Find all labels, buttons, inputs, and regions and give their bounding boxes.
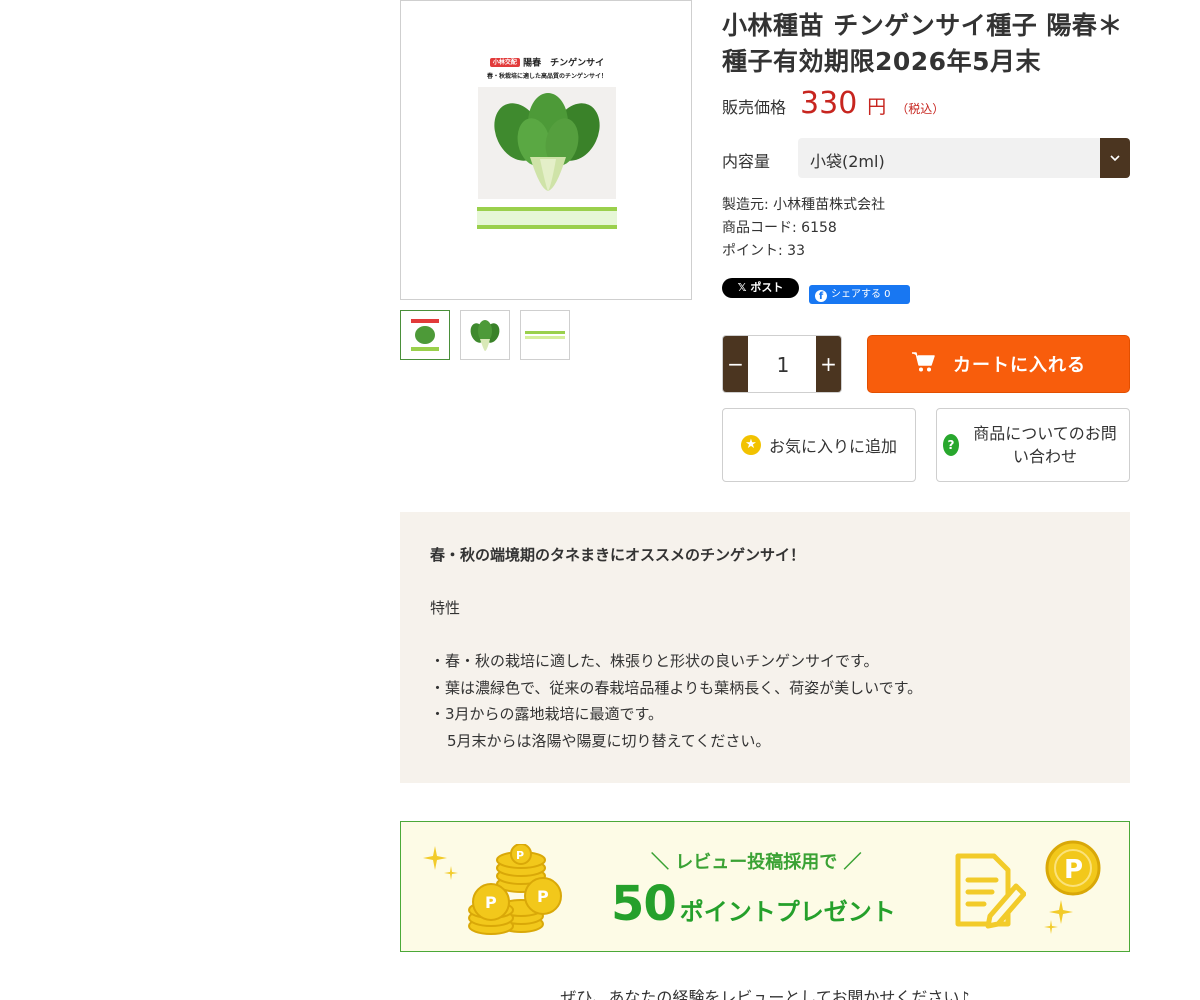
quantity-input[interactable]: [748, 336, 818, 392]
thumbnail-list: [400, 310, 570, 360]
description-heading: 特性: [430, 599, 461, 617]
package-tagline: 春・秋栽培に適した高品質のチンゲンサイ！: [486, 72, 607, 80]
favorites-label: お気に入りに追加: [768, 437, 897, 456]
bok-choy-photo: [478, 87, 616, 199]
chevron-down-icon[interactable]: [1100, 138, 1130, 178]
price-row: 販売価格 330 円 （税込）: [722, 86, 944, 121]
x-post-label: ポスト: [750, 281, 784, 294]
facebook-icon: f: [815, 290, 827, 302]
cultivation-chart: [477, 207, 617, 229]
add-to-cart-label: カートに入れる: [953, 355, 1086, 376]
volume-selected-value: 小袋(2ml): [810, 152, 885, 171]
svg-text:P: P: [516, 849, 524, 862]
description-continuation: 5月末からは洛陽や陽夏に切り替えてください。: [447, 731, 771, 750]
add-to-favorites-button[interactable]: ★ お気に入りに追加: [722, 408, 916, 482]
description-bullet: ・春・秋の栽培に適した、株張りと形状の良いチンゲンサイです。: [430, 652, 879, 670]
x-post-button[interactable]: 𝕏 ポスト: [722, 278, 799, 298]
facebook-share-button[interactable]: f シェアする 0: [809, 285, 910, 304]
star-icon: ★: [740, 435, 761, 455]
svg-text:P: P: [485, 893, 497, 912]
description-bullet: ・3月からの露地栽培に最適です。: [430, 705, 664, 723]
product-code-text: 商品コード: 6158: [722, 220, 837, 236]
description-lead: 春・秋の端境期のタネまきにオススメのチンゲンサイ！: [430, 546, 806, 564]
product-inquiry-button[interactable]: ? 商品についてのお問い合わせ: [936, 408, 1130, 482]
thumbnail-3[interactable]: [520, 310, 570, 360]
document-pen-icon: [955, 853, 1026, 929]
facebook-share-label: シェアする 0: [831, 289, 891, 300]
product-description: 春・秋の端境期のタネまきにオススメのチンゲンサイ！ 特性 ・春・秋の栽培に適した…: [400, 512, 1130, 783]
point-coin-icon: P: [1044, 840, 1101, 934]
banner-points-text: ポイントプレゼント: [679, 898, 896, 926]
quantity-decrease-button[interactable]: −: [723, 336, 748, 392]
inquiry-label: 商品についてのお問い合わせ: [973, 424, 1117, 466]
banner-title: ＼ レビュー投稿採用で ／: [651, 852, 862, 873]
price-label: 販売価格: [722, 98, 787, 117]
x-logo-icon: 𝕏: [737, 281, 751, 294]
volume-label: 内容量: [722, 152, 771, 171]
review-invite-text: ぜひ、あなたの経験をレビューとしてお聞かせください♪: [560, 988, 970, 1000]
main-product-image[interactable]: 小林交配 陽春 チンゲンサイ 春・秋栽培に適した高品質のチンゲンサイ！: [400, 0, 692, 300]
description-bullet: ・葉は濃緑色で、従来の春栽培品種よりも葉柄長く、荷姿が美しいです。: [430, 678, 923, 697]
banner-points-number: 50: [611, 876, 677, 932]
coin-stack-icon: P P P: [468, 844, 562, 935]
package-name: 陽春 チンゲンサイ: [523, 58, 605, 69]
product-title: 小林種苗 チンゲンサイ種子 陽春＊種子有効期限2026年5月末: [722, 11, 1123, 76]
thumbnail-1[interactable]: [400, 310, 450, 360]
review-points-banner[interactable]: P P P ＼ レビュー投稿採用で ／ 50 ポイントプレゼント P: [400, 821, 1130, 952]
product-meta: 製造元: 小林種苗株式会社 商品コード: 6158 ポイント: 33: [722, 194, 885, 263]
banner-points: 50 ポイントプレゼント: [611, 876, 896, 932]
package-tag: 小林交配: [489, 58, 520, 67]
price-tax-note: （税込）: [896, 102, 945, 116]
quantity-increase-button[interactable]: +: [816, 336, 841, 392]
points-text: ポイント: 33: [722, 243, 805, 259]
thumbnail-2[interactable]: [460, 310, 510, 360]
add-to-cart-button[interactable]: カートに入れる: [867, 335, 1130, 393]
maker-text: 製造元: 小林種苗株式会社: [722, 197, 886, 213]
volume-select[interactable]: 小袋(2ml): [798, 138, 1130, 178]
svg-text:P: P: [537, 887, 549, 906]
sparkle-icon: [423, 846, 458, 880]
price-value: 330: [800, 86, 858, 121]
price-unit: 円: [867, 96, 887, 118]
question-icon: ?: [943, 434, 959, 456]
seed-package-image: 小林交配 陽春 チンゲンサイ 春・秋栽培に適した高品質のチンゲンサイ！: [477, 57, 617, 233]
svg-text:P: P: [1064, 855, 1083, 885]
quantity-stepper: − +: [722, 335, 842, 393]
cart-icon: [911, 351, 935, 378]
